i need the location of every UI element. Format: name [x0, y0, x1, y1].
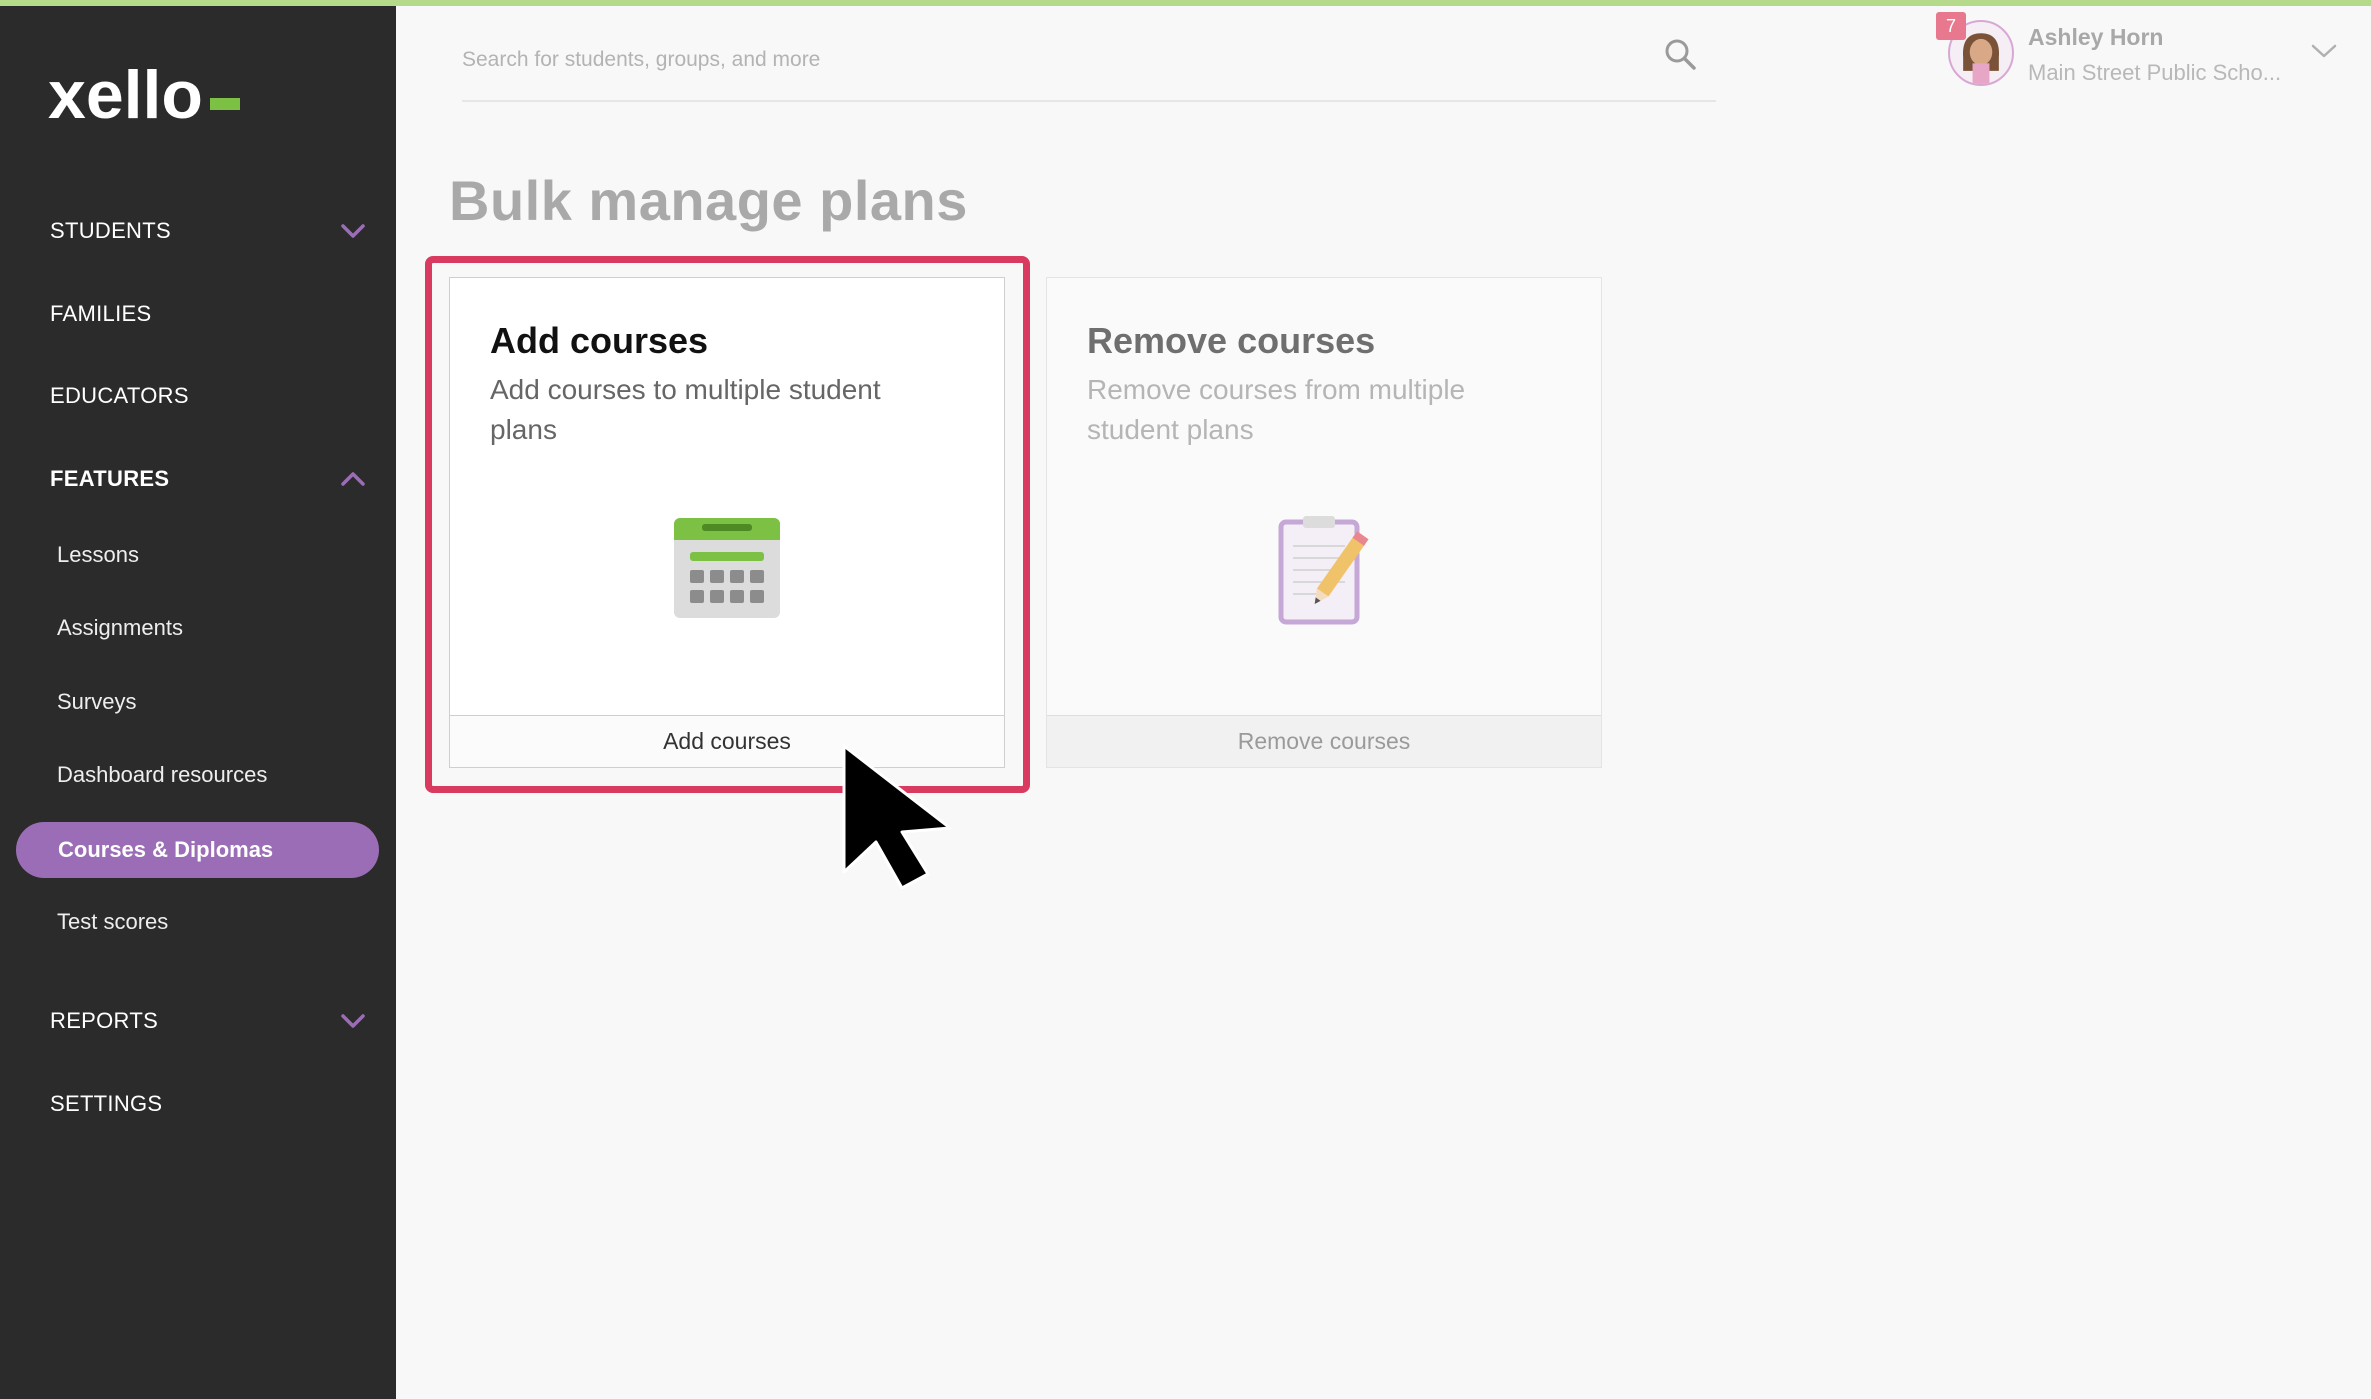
sidebar-item-reports[interactable]: REPORTS — [50, 993, 366, 1049]
add-courses-button[interactable]: Add courses — [450, 715, 1004, 767]
page-title: Bulk manage plans — [449, 169, 968, 232]
sidebar-item-settings[interactable]: SETTINGS — [50, 1076, 366, 1132]
card-description: Remove courses from multiple student pla… — [1087, 374, 1466, 445]
remove-courses-button[interactable]: Remove courses — [1047, 715, 1601, 767]
notification-badge[interactable]: 7 — [1936, 12, 1966, 40]
logo-smile — [210, 98, 240, 110]
sidebar-item-label: FAMILIES — [50, 301, 152, 326]
logo-text: xello — [48, 60, 203, 130]
chevron-down-icon — [341, 1014, 365, 1028]
card-description: Add courses to multiple student plans — [490, 374, 881, 445]
profile-school: Main Street Public Scho... — [2028, 60, 2282, 85]
search-icon[interactable] — [1662, 36, 1698, 72]
chevron-up-icon — [341, 472, 365, 486]
chevron-down-icon — [341, 224, 365, 238]
sidebar-item-features[interactable]: FEATURES — [50, 451, 366, 507]
card-title: Remove courses — [1087, 320, 1376, 361]
profile-name: Ashley Horn — [2028, 24, 2164, 50]
sidebar-item-label: REPORTS — [50, 1008, 159, 1033]
sidebar-subitem-test-scores[interactable]: Test scores — [57, 897, 168, 947]
clipboard-pencil-icon — [1278, 516, 1369, 625]
sidebar-subitem-dashboard-resources[interactable]: Dashboard resources — [57, 750, 267, 800]
sidebar-subitem-courses-diplomas[interactable]: Courses & Diplomas — [16, 822, 379, 878]
top-accent-bar — [0, 0, 2371, 6]
sidebar-subitem-assignments[interactable]: Assignments — [57, 603, 183, 653]
search-input[interactable] — [462, 48, 1612, 72]
sidebar-item-families[interactable]: FAMILIES — [50, 286, 366, 342]
calendar-icon — [674, 518, 780, 618]
card-title: Add courses — [490, 320, 709, 361]
sidebar-item-educators[interactable]: EDUCATORS — [50, 368, 366, 424]
sidebar-subitem-lessons[interactable]: Lessons — [57, 530, 139, 580]
sidebar-subitem-surveys[interactable]: Surveys — [57, 677, 136, 727]
sidebar-item-label: SETTINGS — [50, 1091, 163, 1116]
remove-courses-card[interactable]: Remove courses Remove courses from multi… — [1046, 277, 1602, 768]
sidebar-item-label: FEATURES — [50, 466, 170, 491]
sidebar-item-label: STUDENTS — [50, 218, 171, 243]
sidebar: xello STUDENTS FAMILIES EDUCATORS FEATUR… — [0, 0, 396, 1399]
chevron-down-icon[interactable] — [2310, 42, 2338, 60]
profile-menu[interactable]: 7 Ashley Horn Main Street Public Scho... — [1936, 10, 2346, 94]
add-courses-card[interactable]: Add courses Add courses to multiple stud… — [449, 277, 1005, 768]
xello-logo[interactable]: xello — [48, 60, 248, 130]
sidebar-item-students[interactable]: STUDENTS — [50, 203, 366, 259]
sidebar-item-label: EDUCATORS — [50, 383, 189, 408]
search-bar — [462, 22, 1716, 102]
